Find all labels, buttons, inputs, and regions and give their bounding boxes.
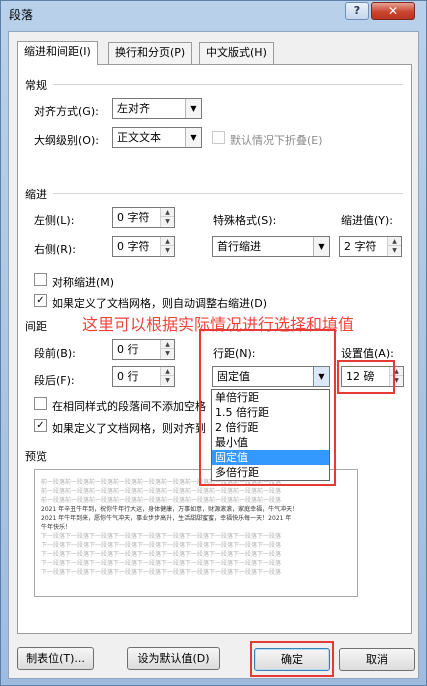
mirror-indents-checkbox[interactable] [34,273,47,286]
preview-next-line: 下一段落下一段落下一段落下一段落下一段落下一段落下一段落下一段落下一段落下一段落 [41,542,282,549]
tabs-button[interactable]: 制表位(T)... [17,647,94,670]
stepper-buttons[interactable]: ▲ ▼ [387,237,401,256]
mirror-indents-label: 对称缩进(M) [52,276,115,289]
spacing-before-label: 段前(B): [34,347,76,360]
indent-by-label: 缩进值(Y): [341,214,394,227]
snap-grid-label: 如果定义了文档网格，则对齐到 [52,422,206,435]
preview-next-line: 下一段落下一段落下一段落下一段落下一段落下一段落下一段落下一段落下一段落下一段落 [41,569,282,576]
preview-sample-line: 2021 年辛丑牛年到，祝你牛年行大运，身体健康，万事如意，财源滚滚，家庭幸福，… [41,506,299,513]
chevron-down-icon: ▼ [185,128,201,147]
left-indent-stepper[interactable]: 0 字符 ▲ ▼ [112,207,175,228]
annotation-box-line-spacing [199,329,336,486]
no-space-checkbox[interactable] [34,397,47,410]
divider [53,84,403,85]
section-general-title: 常规 [25,79,47,92]
divider [53,193,403,194]
paragraph-dialog: 段落 ? ✕ 缩进和间距(I) 换行和分页(P) 中文版式(H) 常规 对齐方式… [0,0,427,686]
set-default-button[interactable]: 设为默认值(D) [127,647,220,670]
spacing-after-stepper[interactable]: 0 行 ▲ ▼ [112,366,175,387]
section-preview-title: 预览 [25,450,47,463]
arrow-down-icon[interactable]: ▼ [388,246,401,255]
left-indent-value: 0 字符 [117,211,150,224]
no-space-label: 在相同样式的段落间不添加空格 [52,400,206,413]
outline-level-select[interactable]: 正文文本 ▼ [112,127,202,148]
close-button[interactable]: ✕ [371,2,415,20]
title-bar[interactable]: 段落 ? ✕ [1,1,426,27]
outline-level-label: 大纲级别(O): [34,134,99,147]
annotation-box-ok [250,641,334,677]
preview-next-line: 下一段落下一段落下一段落下一段落下一段落下一段落下一段落下一段落下一段落下一段落 [41,551,282,558]
spacing-after-label: 段后(F): [34,374,75,387]
collapse-label: 默认情况下折叠(E) [230,134,323,147]
section-indent-title: 缩进 [25,188,47,201]
arrow-up-icon[interactable]: ▲ [388,237,401,246]
chevron-down-icon: ▼ [313,237,329,256]
alignment-select[interactable]: 左对齐 ▼ [112,98,202,119]
indent-by-stepper[interactable]: 2 字符 ▲ ▼ [339,236,402,257]
stepper-buttons[interactable]: ▲ ▼ [160,367,174,386]
annotation-box-spacing-at [337,360,395,394]
preview-next-line: 下一段落下一段落下一段落下一段落下一段落下一段落下一段落下一段落下一段落下一段落 [41,533,282,540]
right-indent-value: 0 字符 [117,240,150,253]
dialog-title: 段落 [9,8,34,22]
tab-line-page-breaks[interactable]: 换行和分页(P) [108,42,193,64]
stepper-buttons[interactable]: ▲ ▼ [160,237,174,256]
special-indent-label: 特殊格式(S): [213,214,277,227]
right-indent-label: 右侧(R): [34,243,76,256]
arrow-up-icon[interactable]: ▲ [161,237,174,246]
special-indent-select[interactable]: 首行缩进 ▼ [212,236,330,257]
preview-sample-line: 2021 年牛年到来，愿你牛气冲天，事业步步高升，生活甜甜蜜蜜，幸福快乐每一天！… [41,515,292,522]
preview-box: 前一段落前一段落前一段落前一段落前一段落前一段落前一段落前一段落前一段落前一段落… [34,469,358,597]
preview-sample-line: 牛年快乐！ [41,524,72,531]
chevron-down-icon: ▼ [185,99,201,118]
cancel-button[interactable]: 取消 [339,648,415,671]
tab-asian-typography[interactable]: 中文版式(H) [199,42,274,64]
arrow-down-icon[interactable]: ▼ [161,376,174,385]
preview-prev-line: 前一段落前一段落前一段落前一段落前一段落前一段落前一段落前一段落前一段落前一段落 [41,488,282,495]
arrow-up-icon[interactable]: ▲ [161,208,174,217]
arrow-down-icon[interactable]: ▼ [161,246,174,255]
alignment-value: 左对齐 [117,102,150,115]
special-indent-value: 首行缩进 [217,240,261,253]
preview-next-line: 下一段落下一段落下一段落下一段落下一段落下一段落下一段落下一段落下一段落下一段落 [41,560,282,567]
snap-grid-checkbox[interactable]: ✓ [34,419,47,432]
auto-adjust-label: 如果定义了文档网格，则自动调整右缩进(D) [52,297,268,310]
arrow-up-icon[interactable]: ▲ [161,340,174,349]
collapse-checkbox[interactable] [212,131,225,144]
spacing-after-value: 0 行 [117,370,139,383]
outline-level-value: 正文文本 [117,131,161,144]
arrow-down-icon[interactable]: ▼ [161,349,174,358]
stepper-buttons[interactable]: ▲ ▼ [160,208,174,227]
alignment-label: 对齐方式(G): [34,105,99,118]
auto-adjust-checkbox[interactable]: ✓ [34,294,47,307]
stepper-buttons[interactable]: ▲ ▼ [160,340,174,359]
help-button[interactable]: ? [345,2,369,20]
spacing-at-label: 设置值(A): [341,347,394,360]
arrow-down-icon[interactable]: ▼ [161,217,174,226]
right-indent-stepper[interactable]: 0 字符 ▲ ▼ [112,236,175,257]
spacing-before-stepper[interactable]: 0 行 ▲ ▼ [112,339,175,360]
left-indent-label: 左侧(L): [34,214,75,227]
arrow-up-icon[interactable]: ▲ [161,367,174,376]
indent-by-value: 2 字符 [344,240,377,253]
tab-indents-spacing[interactable]: 缩进和间距(I) [17,41,98,65]
preview-prev-line: 前一段落前一段落前一段落前一段落前一段落前一段落前一段落前一段落前一段落前一段落 [41,497,282,504]
spacing-before-value: 0 行 [117,343,139,356]
section-spacing-title: 间距 [25,320,47,333]
